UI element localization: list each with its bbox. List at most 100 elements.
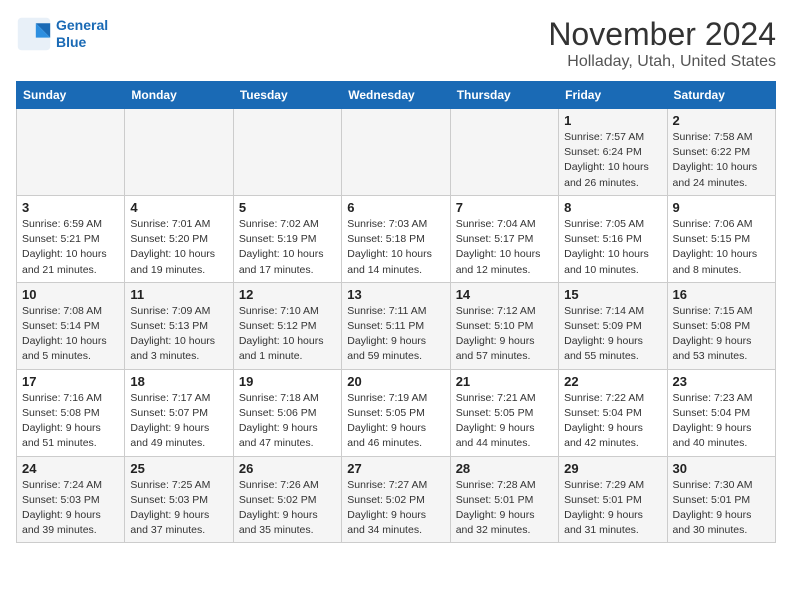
day-info: Sunrise: 7:02 AM Sunset: 5:19 PM Dayligh… [239,217,336,278]
calendar-cell: 24Sunrise: 7:24 AM Sunset: 5:03 PM Dayli… [17,456,125,543]
calendar-cell [450,109,558,196]
calendar-week-3: 10 Sunrise: 7:08 AM Sunset: 5:14 PM Dayli… [17,282,776,369]
day-info: Sunrise: 7:25 AM Sunset: 5:03 PM Dayligh… [130,478,227,539]
day-number: 11 [130,287,227,302]
logo-text: General Blue [56,17,108,51]
calendar-cell: 4 Sunrise: 7:01 AM Sunset: 5:20 PM Daylig… [125,195,233,282]
calendar-cell: 14 Sunrise: 7:12 AM Sunset: 5:10 PM Dayli… [450,282,558,369]
calendar-week-4: 17 Sunrise: 7:16 AM Sunset: 5:08 PM Dayli… [17,369,776,456]
weekday-header-saturday: Saturday [667,82,775,109]
day-info: Sunrise: 7:14 AM Sunset: 5:09 PM Dayligh… [564,304,661,365]
day-number: 27 [347,461,444,476]
weekday-header-sunday: Sunday [17,82,125,109]
day-number: 25 [130,461,227,476]
day-number: 24 [22,461,119,476]
logo: General Blue [16,16,108,52]
calendar-cell [342,109,450,196]
calendar-week-1: 1 Sunrise: 7:57 AM Sunset: 6:24 PM Daylig… [17,109,776,196]
calendar-cell: 19 Sunrise: 7:18 AM Sunset: 5:06 PM Dayli… [233,369,341,456]
weekday-header-monday: Monday [125,82,233,109]
day-number: 4 [130,200,227,215]
day-number: 28 [456,461,553,476]
day-number: 21 [456,374,553,389]
day-number: 5 [239,200,336,215]
calendar-cell: 8 Sunrise: 7:05 AM Sunset: 5:16 PM Daylig… [559,195,667,282]
day-info: Sunrise: 7:16 AM Sunset: 5:08 PM Dayligh… [22,391,119,452]
title-block: November 2024 Holladay, Utah, United Sta… [548,16,776,71]
page-title: November 2024 [548,16,776,53]
day-info: Sunrise: 7:58 AM Sunset: 6:22 PM Dayligh… [673,130,770,191]
calendar-cell: 16 Sunrise: 7:15 AM Sunset: 5:08 PM Dayli… [667,282,775,369]
calendar-cell: 1 Sunrise: 7:57 AM Sunset: 6:24 PM Daylig… [559,109,667,196]
weekday-header-row: SundayMondayTuesdayWednesdayThursdayFrid… [17,82,776,109]
calendar-cell: 27 Sunrise: 7:27 AM Sunset: 5:02 PM Dayli… [342,456,450,543]
day-number: 13 [347,287,444,302]
day-number: 15 [564,287,661,302]
calendar-cell: 3 Sunrise: 6:59 AM Sunset: 5:21 PM Daylig… [17,195,125,282]
weekday-header-thursday: Thursday [450,82,558,109]
weekday-header-wednesday: Wednesday [342,82,450,109]
day-info: Sunrise: 6:59 AM Sunset: 5:21 PM Dayligh… [22,217,119,278]
day-number: 6 [347,200,444,215]
calendar-cell [125,109,233,196]
calendar-cell [17,109,125,196]
day-number: 23 [673,374,770,389]
calendar-cell: 20Sunrise: 7:19 AM Sunset: 5:05 PM Dayli… [342,369,450,456]
day-info: Sunrise: 7:23 AM Sunset: 5:04 PM Dayligh… [673,391,770,452]
calendar-cell: 15 Sunrise: 7:14 AM Sunset: 5:09 PM Dayli… [559,282,667,369]
day-info: Sunrise: 7:12 AM Sunset: 5:10 PM Dayligh… [456,304,553,365]
day-number: 14 [456,287,553,302]
day-number: 22 [564,374,661,389]
day-number: 18 [130,374,227,389]
calendar-cell: 17 Sunrise: 7:16 AM Sunset: 5:08 PM Dayli… [17,369,125,456]
calendar-cell: 7 Sunrise: 7:04 AM Sunset: 5:17 PM Daylig… [450,195,558,282]
day-info: Sunrise: 7:28 AM Sunset: 5:01 PM Dayligh… [456,478,553,539]
day-number: 8 [564,200,661,215]
calendar-cell: 29 Sunrise: 7:29 AM Sunset: 5:01 PM Dayli… [559,456,667,543]
calendar-cell: 21 Sunrise: 7:21 AM Sunset: 5:05 PM Dayli… [450,369,558,456]
calendar-cell: 25 Sunrise: 7:25 AM Sunset: 5:03 PM Dayli… [125,456,233,543]
day-info: Sunrise: 7:15 AM Sunset: 5:08 PM Dayligh… [673,304,770,365]
day-number: 29 [564,461,661,476]
day-info: Sunrise: 7:05 AM Sunset: 5:16 PM Dayligh… [564,217,661,278]
day-info: Sunrise: 7:09 AM Sunset: 5:13 PM Dayligh… [130,304,227,365]
calendar-cell: 11 Sunrise: 7:09 AM Sunset: 5:13 PM Dayli… [125,282,233,369]
weekday-header-friday: Friday [559,82,667,109]
calendar-cell: 12 Sunrise: 7:10 AM Sunset: 5:12 PM Dayli… [233,282,341,369]
day-number: 20 [347,374,444,389]
day-number: 7 [456,200,553,215]
day-info: Sunrise: 7:57 AM Sunset: 6:24 PM Dayligh… [564,130,661,191]
day-info: Sunrise: 7:26 AM Sunset: 5:02 PM Dayligh… [239,478,336,539]
day-info: Sunrise: 7:01 AM Sunset: 5:20 PM Dayligh… [130,217,227,278]
calendar-cell: 28 Sunrise: 7:28 AM Sunset: 5:01 PM Dayli… [450,456,558,543]
day-info: Sunrise: 7:27 AM Sunset: 5:02 PM Dayligh… [347,478,444,539]
calendar-cell: 22 Sunrise: 7:22 AM Sunset: 5:04 PM Dayli… [559,369,667,456]
day-info: Sunrise: 7:08 AM Sunset: 5:14 PM Dayligh… [22,304,119,365]
day-info: Sunrise: 7:22 AM Sunset: 5:04 PM Dayligh… [564,391,661,452]
day-info: Sunrise: 7:11 AM Sunset: 5:11 PM Dayligh… [347,304,444,365]
page-subtitle: Holladay, Utah, United States [548,53,776,71]
calendar-cell: 6Sunrise: 7:03 AM Sunset: 5:18 PM Daylig… [342,195,450,282]
calendar-cell: 10 Sunrise: 7:08 AM Sunset: 5:14 PM Dayli… [17,282,125,369]
day-info: Sunrise: 7:30 AM Sunset: 5:01 PM Dayligh… [673,478,770,539]
day-number: 1 [564,113,661,128]
day-info: Sunrise: 7:29 AM Sunset: 5:01 PM Dayligh… [564,478,661,539]
day-info: Sunrise: 7:10 AM Sunset: 5:12 PM Dayligh… [239,304,336,365]
calendar-table: SundayMondayTuesdayWednesdayThursdayFrid… [16,81,776,543]
calendar-cell: 2Sunrise: 7:58 AM Sunset: 6:22 PM Daylig… [667,109,775,196]
day-number: 12 [239,287,336,302]
day-info: Sunrise: 7:04 AM Sunset: 5:17 PM Dayligh… [456,217,553,278]
page-header: General Blue November 2024 Holladay, Uta… [16,16,776,71]
day-info: Sunrise: 7:18 AM Sunset: 5:06 PM Dayligh… [239,391,336,452]
logo-icon [16,16,52,52]
calendar-cell: 26Sunrise: 7:26 AM Sunset: 5:02 PM Dayli… [233,456,341,543]
day-number: 3 [22,200,119,215]
day-number: 10 [22,287,119,302]
calendar-week-2: 3 Sunrise: 6:59 AM Sunset: 5:21 PM Daylig… [17,195,776,282]
day-number: 19 [239,374,336,389]
day-number: 16 [673,287,770,302]
day-number: 17 [22,374,119,389]
day-number: 30 [673,461,770,476]
day-info: Sunrise: 7:21 AM Sunset: 5:05 PM Dayligh… [456,391,553,452]
calendar-cell: 13 Sunrise: 7:11 AM Sunset: 5:11 PM Dayli… [342,282,450,369]
